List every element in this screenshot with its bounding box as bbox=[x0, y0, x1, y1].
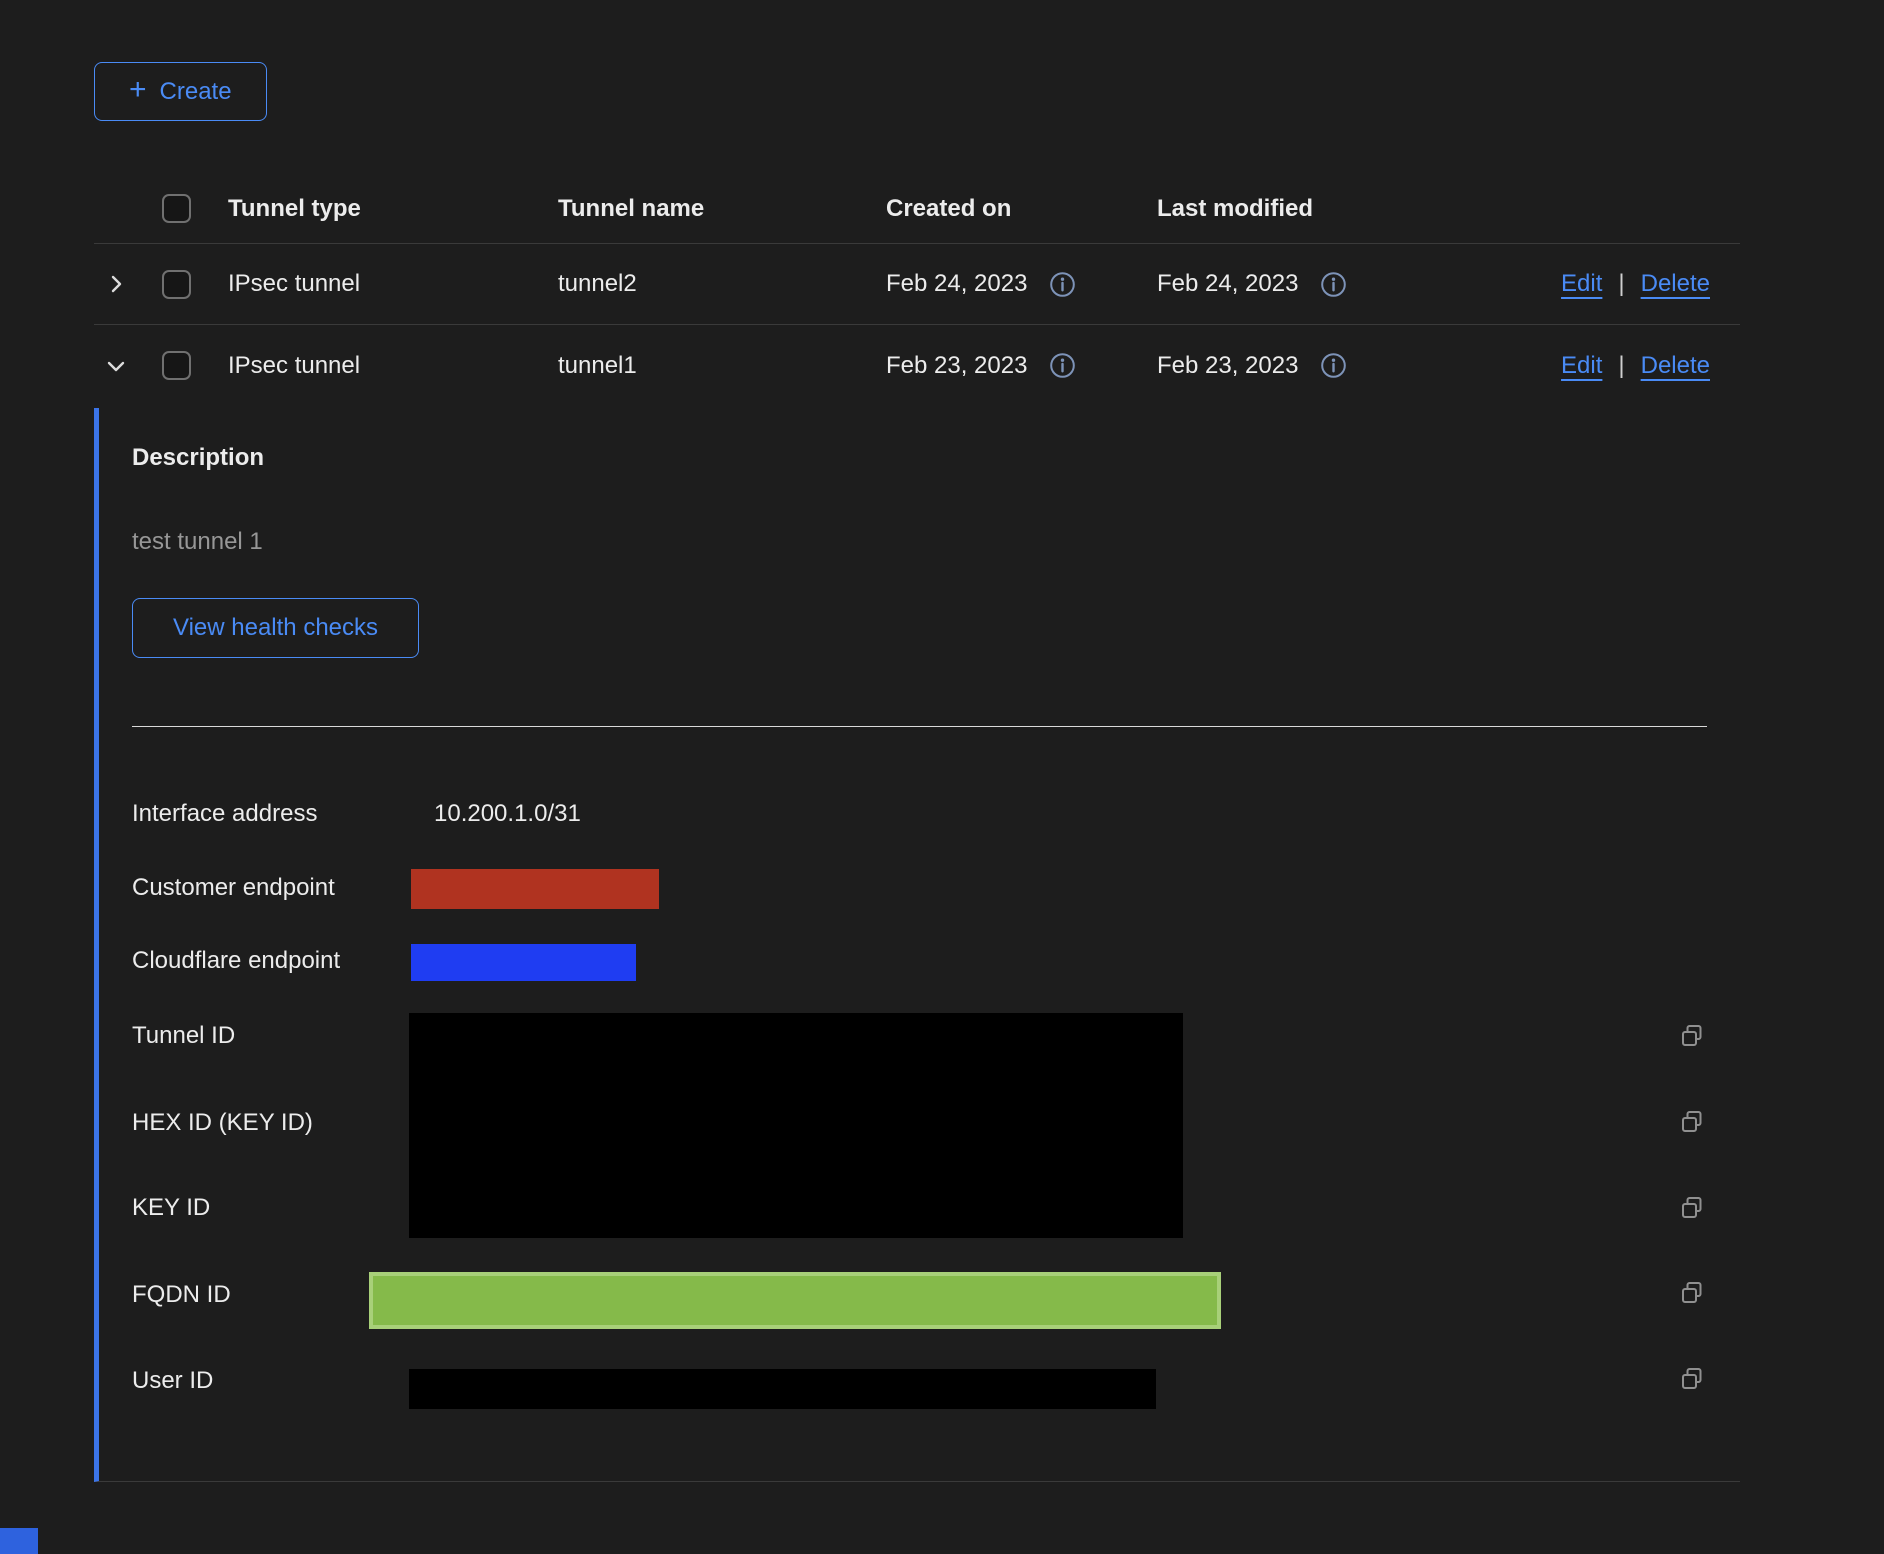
create-button-label: Create bbox=[160, 78, 232, 106]
tunnel-detail-panel: Description test tunnel 1 View health ch… bbox=[94, 408, 1740, 1482]
bottom-left-accent-bar bbox=[0, 1528, 38, 1554]
actions-separator: | bbox=[1618, 352, 1624, 380]
cell-tunnel-name: tunnel1 bbox=[558, 352, 886, 380]
tunnels-page: + Create Tunnel type Tunnel name Created… bbox=[0, 0, 1884, 1554]
hex-id-label: HEX ID (KEY ID) bbox=[132, 1109, 313, 1137]
copy-icon[interactable] bbox=[1676, 1277, 1708, 1309]
table-row: IPsec tunnel tunnel1 Feb 23, 2023 Feb 23… bbox=[94, 325, 1740, 406]
cell-tunnel-name: tunnel2 bbox=[558, 270, 886, 298]
edit-link[interactable]: Edit bbox=[1561, 270, 1602, 298]
cloudflare-endpoint-label: Cloudflare endpoint bbox=[132, 947, 340, 975]
actions-separator: | bbox=[1618, 270, 1624, 298]
copy-icon[interactable] bbox=[1676, 1192, 1708, 1224]
copy-icon[interactable] bbox=[1676, 1020, 1708, 1052]
interface-address-label: Interface address bbox=[132, 800, 317, 828]
header-tunnel-name: Tunnel name bbox=[558, 195, 886, 223]
fqdn-id-label: FQDN ID bbox=[132, 1281, 231, 1309]
cloudflare-endpoint-redacted-value bbox=[411, 944, 636, 981]
cell-last-modified: Feb 24, 2023 bbox=[1157, 270, 1517, 298]
cell-created-on: Feb 24, 2023 bbox=[886, 270, 1157, 298]
delete-link[interactable]: Delete bbox=[1641, 352, 1710, 380]
info-icon[interactable] bbox=[1320, 271, 1347, 298]
row-checkbox[interactable] bbox=[162, 351, 191, 380]
cell-tunnel-type: IPsec tunnel bbox=[228, 270, 558, 298]
chevron-down-icon[interactable] bbox=[94, 344, 138, 388]
user-id-label: User ID bbox=[132, 1367, 213, 1395]
user-id-redacted-value bbox=[409, 1369, 1156, 1409]
header-created-on: Created on bbox=[886, 195, 1157, 223]
info-icon[interactable] bbox=[1049, 352, 1076, 379]
select-all-checkbox[interactable] bbox=[162, 194, 191, 223]
created-on-value: Feb 24, 2023 bbox=[886, 270, 1027, 298]
copy-icon[interactable] bbox=[1676, 1363, 1708, 1395]
cell-tunnel-type: IPsec tunnel bbox=[228, 352, 558, 380]
view-health-checks-button[interactable]: View health checks bbox=[132, 598, 419, 658]
last-modified-value: Feb 24, 2023 bbox=[1157, 270, 1298, 298]
fqdn-id-redacted-value bbox=[369, 1272, 1221, 1329]
table-header-row: Tunnel type Tunnel name Created on Last … bbox=[94, 174, 1740, 244]
ids-redacted-value bbox=[409, 1013, 1183, 1238]
cell-created-on: Feb 23, 2023 bbox=[886, 352, 1157, 380]
divider bbox=[132, 726, 1707, 727]
description-value: test tunnel 1 bbox=[132, 528, 263, 556]
row-actions: Edit | Delete bbox=[1561, 270, 1740, 298]
edit-link[interactable]: Edit bbox=[1561, 352, 1602, 380]
tunnel-id-label: Tunnel ID bbox=[132, 1022, 235, 1050]
header-tunnel-type: Tunnel type bbox=[228, 195, 558, 223]
cell-last-modified: Feb 23, 2023 bbox=[1157, 352, 1517, 380]
tunnels-table: Tunnel type Tunnel name Created on Last … bbox=[94, 174, 1740, 406]
row-checkbox[interactable] bbox=[162, 270, 191, 299]
delete-link[interactable]: Delete bbox=[1641, 270, 1710, 298]
table-row: IPsec tunnel tunnel2 Feb 24, 2023 Feb 24… bbox=[94, 244, 1740, 325]
created-on-value: Feb 23, 2023 bbox=[886, 352, 1027, 380]
interface-address-value: 10.200.1.0/31 bbox=[434, 800, 581, 828]
copy-icon[interactable] bbox=[1676, 1106, 1708, 1138]
plus-icon: + bbox=[129, 75, 147, 105]
row-actions: Edit | Delete bbox=[1561, 352, 1740, 380]
key-id-label: KEY ID bbox=[132, 1194, 210, 1222]
header-last-modified: Last modified bbox=[1157, 195, 1517, 223]
description-label: Description bbox=[132, 444, 264, 472]
customer-endpoint-label: Customer endpoint bbox=[132, 874, 335, 902]
info-icon[interactable] bbox=[1049, 271, 1076, 298]
create-button[interactable]: + Create bbox=[94, 62, 267, 121]
info-icon[interactable] bbox=[1320, 352, 1347, 379]
chevron-right-icon[interactable] bbox=[94, 262, 138, 306]
customer-endpoint-redacted-value bbox=[411, 869, 659, 909]
last-modified-value: Feb 23, 2023 bbox=[1157, 352, 1298, 380]
